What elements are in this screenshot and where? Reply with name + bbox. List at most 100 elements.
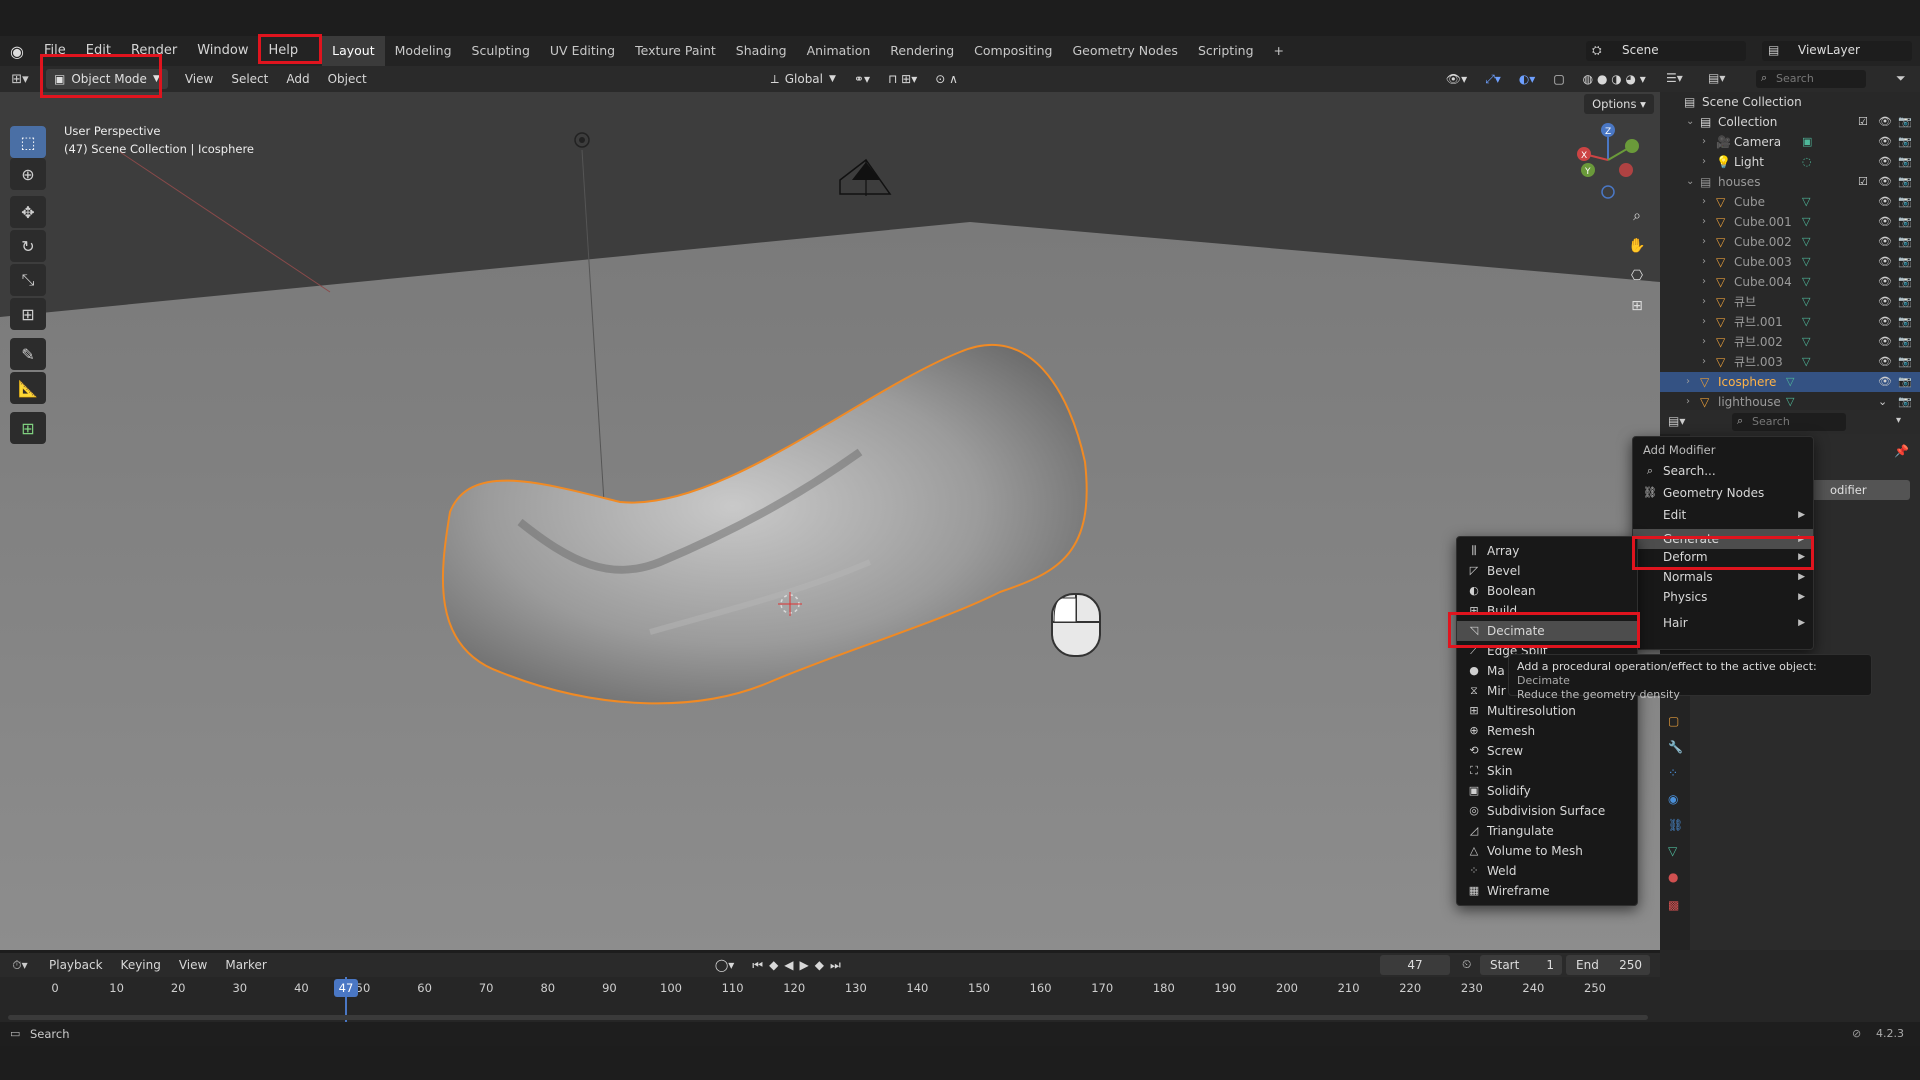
generate-item-skin[interactable]: ⛶ Skin — [1457, 761, 1637, 781]
chevron-down-icon[interactable]: ▾ — [1896, 415, 1901, 426]
menu-add[interactable]: Add — [277, 66, 318, 92]
playhead[interactable]: 47 — [334, 979, 358, 997]
menu-select[interactable]: Select — [222, 66, 277, 92]
display-mode-icon[interactable]: ▤▾ — [1708, 71, 1725, 85]
expand-right-icon[interactable]: › — [1702, 132, 1706, 152]
end-frame-field[interactable]: End 250 — [1566, 955, 1650, 975]
render-camera-icon[interactable]: 📷 — [1898, 132, 1912, 152]
menu-view[interactable]: View — [176, 66, 222, 92]
render-camera-icon[interactable]: 📷 — [1898, 212, 1912, 232]
menu-edit[interactable]: Edit — [76, 36, 121, 66]
menu-item-hair[interactable]: Hair ▶ — [1633, 613, 1813, 633]
cursor-tool[interactable]: ⊕ — [10, 158, 46, 190]
render-camera-icon[interactable]: 📷 — [1898, 332, 1912, 352]
outliner-row-lighthouse[interactable]: › ▽ lighthouse ▽ ⌄ 📷 — [1660, 392, 1920, 412]
outliner-row-icosphere[interactable]: › ▽ Icosphere ▽ 👁 📷 — [1660, 372, 1920, 392]
visibility-eye-icon[interactable]: 👁 — [1878, 132, 1892, 152]
ortho-grid-icon[interactable]: ⊞ — [1626, 298, 1648, 320]
expand-down-icon[interactable]: ⌄ — [1686, 172, 1694, 192]
generate-item-boolean[interactable]: ◐ Boolean — [1457, 581, 1637, 601]
expand-down-icon[interactable]: ⌄ — [1686, 112, 1694, 132]
generate-item-array[interactable]: ⫼ Array — [1457, 541, 1637, 561]
visibility-eye-icon[interactable]: 👁 — [1878, 212, 1892, 232]
annotate-tool[interactable]: ✎ — [10, 338, 46, 370]
exclude-checkbox[interactable]: ☑ — [1858, 112, 1868, 132]
render-camera-icon[interactable]: 📷 — [1898, 172, 1912, 192]
view-layer-selector[interactable]: ▤ ViewLayer — [1762, 41, 1912, 61]
tab-geometry-nodes[interactable]: Geometry Nodes — [1063, 36, 1188, 66]
outliner-row-houses[interactable]: ⌄ ▤ houses ☑ 👁 📷 — [1660, 172, 1920, 192]
render-camera-icon[interactable]: 📷 — [1898, 112, 1912, 132]
expand-right-icon[interactable]: › — [1702, 152, 1706, 172]
outliner-row-kube[interactable]: › ▽ 큐브 ▽ 👁 📷 — [1660, 292, 1920, 312]
visibility-eye-icon[interactable]: 👁 — [1878, 192, 1892, 212]
visibility-eye-icon[interactable]: ⌄ — [1878, 392, 1887, 412]
gizmo-icon[interactable]: ⤢▾ — [1476, 66, 1510, 92]
outliner-row-cube-003[interactable]: › ▽ Cube.003 ▽ 👁 📷 — [1660, 252, 1920, 272]
filter-icon[interactable]: ⏷ — [1896, 71, 1906, 86]
render-camera-icon[interactable]: 📷 — [1898, 232, 1912, 252]
visibility-eye-icon[interactable]: 👁 — [1878, 112, 1892, 132]
menu-help[interactable]: Help — [259, 36, 309, 66]
object-data-icon[interactable]: ▽ — [1802, 292, 1810, 312]
object-data-icon[interactable]: ▽ — [1802, 272, 1810, 292]
expand-right-icon[interactable]: › — [1702, 192, 1706, 212]
timeline-scrollbar[interactable] — [8, 1015, 1648, 1020]
move-tool[interactable]: ✥ — [10, 196, 46, 228]
generate-item-remesh[interactable]: ⊕ Remesh — [1457, 721, 1637, 741]
render-camera-icon[interactable]: 📷 — [1898, 312, 1912, 332]
visibility-eye-icon[interactable]: 👁 — [1878, 172, 1892, 192]
visibility-eye-icon[interactable]: 👁 — [1878, 252, 1892, 272]
expand-right-icon[interactable]: › — [1702, 272, 1706, 292]
generate-item-bevel[interactable]: ◸ Bevel — [1457, 561, 1637, 581]
tab-modifier-icon[interactable]: 🔧 — [1668, 740, 1683, 754]
render-camera-icon[interactable]: 📷 — [1898, 272, 1912, 292]
blender-logo-icon[interactable]: ◉ — [0, 42, 34, 61]
tab-data-icon[interactable]: ▽ — [1668, 844, 1677, 858]
menu-marker[interactable]: Marker — [216, 952, 275, 978]
generate-item-wireframe[interactable]: ▦ Wireframe — [1457, 881, 1637, 901]
expand-right-icon[interactable]: › — [1702, 352, 1706, 372]
options-dropdown[interactable]: Options ▾ — [1584, 94, 1654, 114]
object-data-icon[interactable]: ▽ — [1802, 252, 1810, 272]
menu-window[interactable]: Window — [187, 36, 258, 66]
outliner-row-cube-004[interactable]: › ▽ Cube.004 ▽ 👁 📷 — [1660, 272, 1920, 292]
outliner-row-cube-001[interactable]: › ▽ Cube.001 ▽ 👁 📷 — [1660, 212, 1920, 232]
overlay-icon[interactable]: ◐▾ — [1510, 66, 1545, 92]
outliner-row-light[interactable]: › 💡 Light ◌ 👁 📷 — [1660, 152, 1920, 172]
outliner-row-collection[interactable]: ⌄ ▤ Collection ☑ 👁 📷 — [1660, 112, 1920, 132]
outliner-row-kube-003[interactable]: › ▽ 큐브.003 ▽ 👁 📷 — [1660, 352, 1920, 372]
tab-texture-paint[interactable]: Texture Paint — [625, 36, 726, 66]
tab-uv-editing[interactable]: UV Editing — [540, 36, 625, 66]
tab-material-icon[interactable]: ● — [1668, 870, 1678, 884]
tab-object-icon[interactable]: ▢ — [1668, 714, 1679, 728]
menu-item-normals[interactable]: Normals ▶ — [1633, 567, 1813, 587]
render-camera-icon[interactable]: 📷 — [1898, 192, 1912, 212]
object-data-icon[interactable]: ▽ — [1786, 392, 1794, 412]
tab-layout[interactable]: Layout — [322, 36, 385, 66]
render-camera-icon[interactable]: 📷 — [1898, 152, 1912, 172]
visibility-eye-icon[interactable]: 👁 — [1878, 232, 1892, 252]
visibility-icon[interactable]: 👁▾ — [1437, 66, 1476, 92]
object-data-icon[interactable]: ◌ — [1802, 152, 1812, 172]
zoom-icon[interactable]: ⌕ — [1626, 208, 1648, 230]
object-data-icon[interactable]: ▽ — [1802, 212, 1810, 232]
generate-item-screw[interactable]: ⟲ Screw — [1457, 741, 1637, 761]
tab-scripting[interactable]: Scripting — [1188, 36, 1264, 66]
outliner-row-kube-001[interactable]: › ▽ 큐브.001 ▽ 👁 📷 — [1660, 312, 1920, 332]
expand-right-icon[interactable]: › — [1686, 372, 1690, 392]
object-data-icon[interactable]: ▽ — [1786, 372, 1794, 392]
render-camera-icon[interactable]: 📷 — [1898, 352, 1912, 372]
visibility-eye-icon[interactable]: 👁 — [1878, 312, 1892, 332]
editor-type-icon[interactable]: ⊞▾ — [0, 72, 40, 87]
snap-icon[interactable]: ⊓ ⊞▾ — [879, 66, 926, 92]
menu-playback[interactable]: Playback — [40, 952, 112, 978]
transform-orientation-dropdown[interactable]: ⟂ Global ▼ — [762, 66, 845, 92]
current-frame-field[interactable]: 47 — [1380, 955, 1450, 975]
3d-viewport[interactable]: User Perspective (47) Scene Collection |… — [0, 92, 1660, 950]
outliner-search-input[interactable]: ⌕ Search — [1756, 70, 1866, 88]
object-data-icon[interactable]: ▽ — [1802, 192, 1810, 212]
generate-item-triangulate[interactable]: ◿ Triangulate — [1457, 821, 1637, 841]
outliner-row-kube-002[interactable]: › ▽ 큐브.002 ▽ 👁 📷 — [1660, 332, 1920, 352]
menu-file[interactable]: File — [34, 36, 76, 66]
